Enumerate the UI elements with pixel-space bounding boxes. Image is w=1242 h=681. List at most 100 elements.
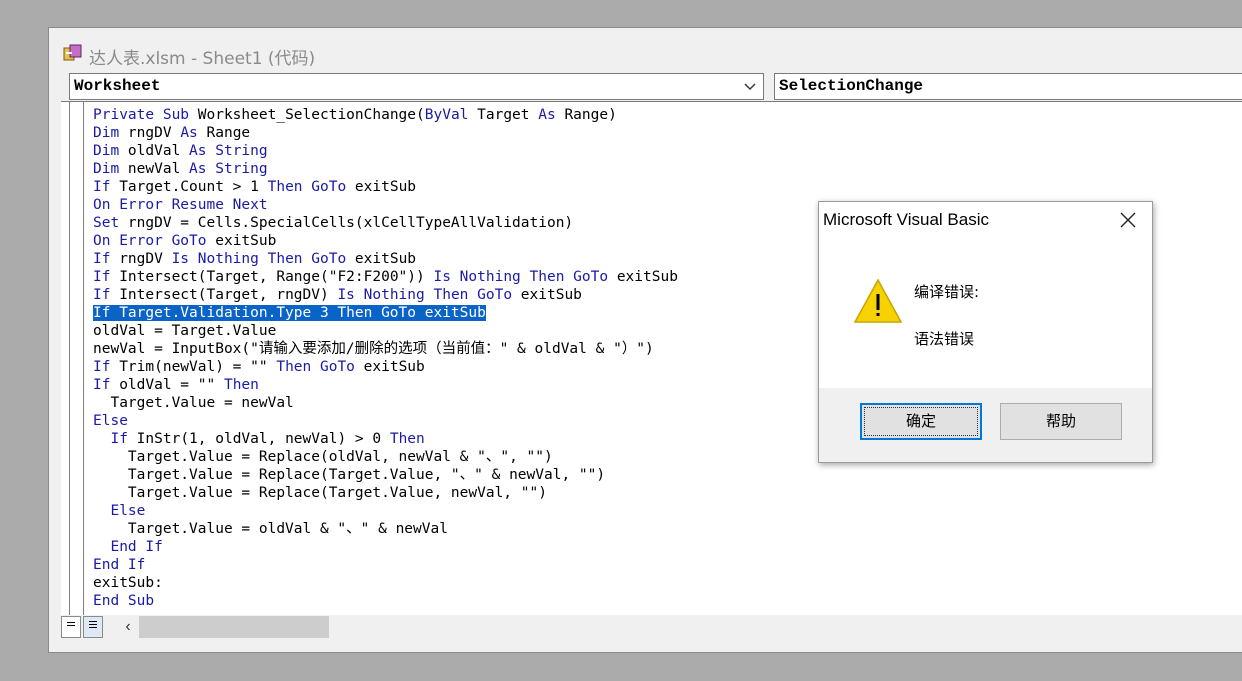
code-keyword: If [93,377,111,393]
code-keyword: As [180,125,198,141]
code-text[interactable]: Private Sub Worksheet_SelectionChange(By… [93,106,678,610]
code-token: Worksheet_SelectionChange( [197,107,425,123]
object-dropdown-value: Worksheet [74,77,161,95]
code-line[interactable]: Else [93,502,678,520]
code-token: Target [468,107,539,123]
code-line[interactable]: Dim oldVal As String [93,142,678,160]
code-line[interactable]: Else [93,412,678,430]
code-token: Target.Value = Replace(oldVal, newVal & … [93,449,553,465]
code-token: Target.Value = oldVal & "、" & newVal [93,521,448,537]
code-token: newVal [119,161,190,177]
code-line[interactable]: Private Sub Worksheet_SelectionChange(By… [93,106,678,124]
code-keyword: End If [110,539,163,555]
code-line[interactable]: If Intersect(Target, Range("F2:F200")) I… [93,268,678,286]
code-line[interactable]: If InStr(1, oldVal, newVal) > 0 Then [93,430,678,448]
ok-button[interactable]: 确定 [860,403,982,440]
code-line[interactable]: If Target.Validation.Type 3 Then GoTo ex… [93,304,678,322]
code-keyword: If [110,431,128,447]
code-keyword: Then GoTo [276,359,355,375]
code-token: exitSub [354,359,425,375]
code-keyword: Then [389,431,425,447]
chevron-down-icon[interactable] [743,77,757,95]
code-token: Intersect(Target, Range("F2:F200")) [110,269,434,285]
code-line[interactable]: Set rngDV = Cells.SpecialCells(xlCellTyp… [93,214,678,232]
code-keyword: As String [189,161,268,177]
code-line[interactable]: Dim rngDV As Range [93,124,678,142]
code-token: Target.Count > 1 [110,179,268,195]
object-dropdown[interactable]: Worksheet [69,73,764,100]
full-module-view-button[interactable] [83,616,103,638]
title-bar: 达人表.xlsm - Sheet1 (代码) [49,28,1242,70]
code-token: Range) [555,107,617,123]
code-line[interactable]: End If [93,538,678,556]
code-keyword: If [93,251,111,267]
close-icon[interactable] [1118,210,1138,230]
code-token: rngDV [119,125,181,141]
code-keyword: Is Nothing Then GoTo [337,287,513,303]
editor-footer: ‹ [61,616,1242,640]
code-keyword: End Sub [93,593,155,609]
code-line[interactable]: If rngDV Is Nothing Then GoTo exitSub [93,250,678,268]
procedure-dropdown-value: SelectionChange [779,77,924,95]
gutter-edge [61,102,70,615]
code-token: If Target.Validation.Type 3 Then GoTo ex… [93,305,486,321]
code-token: Intersect(Target, rngDV) [110,287,338,303]
code-token: exitSub [206,233,277,249]
code-token: exitSub [608,269,678,285]
code-keyword: On Error Resume Next [93,197,268,213]
code-token: Trim(newVal) = "" [110,359,277,375]
help-button[interactable]: 帮助 [1000,403,1122,440]
scroll-left-icon[interactable]: ‹ [117,616,139,638]
procedure-dropdown[interactable]: SelectionChange [774,73,1242,100]
code-line[interactable]: If Target.Count > 1 Then GoTo exitSub [93,178,678,196]
code-token: oldVal = Target.Value [93,323,277,339]
code-keyword: Dim [93,125,120,141]
error-dialog: Microsoft Visual Basic 编译错误: 语法错误 确定 帮助 [818,201,1153,463]
code-line[interactable]: If oldVal = "" Then [93,376,678,394]
code-line[interactable]: If Intersect(Target, rngDV) Is Nothing T… [93,286,678,304]
code-line[interactable]: Target.Value = Replace(Target.Value, "、"… [93,466,678,484]
code-keyword: As [538,107,556,123]
window-title: 达人表.xlsm - Sheet1 (代码) [89,49,316,69]
procedure-view-icon [67,622,75,626]
code-keyword: End If [93,557,146,573]
code-line[interactable]: If Trim(newVal) = "" Then GoTo exitSub [93,358,678,376]
code-keyword: If [93,287,111,303]
code-keyword: Is Nothing Then GoTo [433,269,609,285]
procedure-view-button[interactable] [61,616,81,638]
code-token: Target.Value = newVal [93,395,294,411]
code-token: newVal = InputBox("请输入要添加/删除的选项（当前值：" & … [93,341,654,357]
error-category: 编译错误: [914,283,980,301]
code-keyword: Set [93,215,120,231]
code-line[interactable]: newVal = InputBox("请输入要添加/删除的选项（当前值：" & … [93,340,678,358]
code-keyword: If [93,269,111,285]
code-line[interactable]: End Sub [93,592,678,610]
code-token: exitSub [512,287,582,303]
code-line[interactable]: Target.Value = oldVal & "、" & newVal [93,520,678,538]
code-token: InStr(1, oldVal, newVal) > 0 [127,431,390,447]
code-line[interactable]: End If [93,556,678,574]
code-line[interactable]: exitSub: [93,574,678,592]
code-line[interactable]: Dim newVal As String [93,160,678,178]
code-keyword: On Error GoTo [93,233,207,249]
code-token: rngDV [110,251,172,267]
code-line[interactable]: oldVal = Target.Value [93,322,678,340]
code-line[interactable]: Target.Value = newVal [93,394,678,412]
code-line[interactable]: On Error GoTo exitSub [93,232,678,250]
code-keyword: Dim [93,161,120,177]
code-token: rngDV = Cells.SpecialCells(xlCellTypeAll… [119,215,574,231]
full-module-view-icon [89,621,97,628]
code-keyword: If [93,359,111,375]
code-keyword: Then [223,377,259,393]
code-line[interactable]: Target.Value = Replace(oldVal, newVal & … [93,448,678,466]
code-token: exitSub: [93,575,163,591]
code-token: Range [197,125,251,141]
code-keyword: ByVal [424,107,469,123]
code-line[interactable]: On Error Resume Next [93,196,678,214]
code-token: exitSub [346,251,417,267]
code-line[interactable]: Target.Value = Replace(Target.Value, new… [93,484,678,502]
horizontal-scroll-thumb[interactable] [139,616,329,638]
